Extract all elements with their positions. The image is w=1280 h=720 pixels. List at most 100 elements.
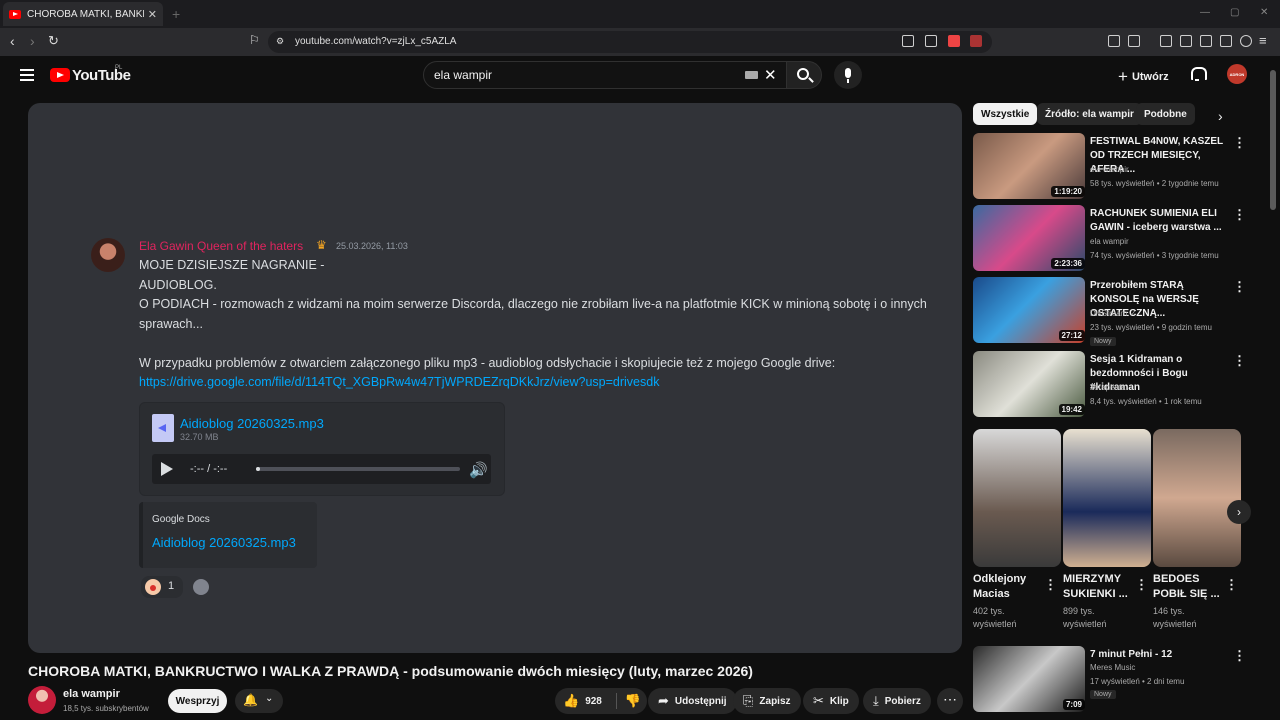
forward-icon[interactable]: ›: [30, 33, 35, 49]
more-actions-icon[interactable]: ⋯: [937, 688, 963, 714]
minimize-icon[interactable]: —: [1200, 7, 1210, 18]
save-label: Zapisz: [759, 695, 791, 707]
page-scrollbar[interactable]: [1270, 70, 1276, 210]
guide-menu-icon[interactable]: [20, 69, 34, 81]
audio-progress[interactable]: [256, 467, 460, 471]
youtube-logo-icon[interactable]: [50, 68, 70, 82]
clip-button[interactable]: ✂ Klip: [803, 688, 859, 714]
recommendation-item[interactable]: 7:09 7 minut Pełni - 12 Meres Music 17 w…: [973, 646, 1253, 714]
recommendation-title[interactable]: 7 minut Pełni - 12: [1090, 648, 1230, 662]
attachment-filename[interactable]: Aidioblog 20260325.mp3: [180, 416, 324, 431]
keyboard-icon[interactable]: [745, 71, 758, 79]
save-button[interactable]: ⎘ Zapisz: [733, 688, 801, 714]
voice-search-icon[interactable]: [834, 61, 862, 89]
rewards-icon[interactable]: [970, 35, 982, 47]
more-options-icon[interactable]: ⋮: [1233, 135, 1246, 151]
vpn-icon[interactable]: [1240, 35, 1252, 47]
create-button[interactable]: + Utwórz: [1118, 67, 1169, 87]
short-title[interactable]: Odklejony Macias: [973, 572, 1045, 602]
clown-emoji-icon: [145, 579, 161, 595]
maximize-icon[interactable]: ▢: [1230, 7, 1239, 18]
channel-name[interactable]: ela wampir: [63, 688, 120, 700]
share-label: Udostępnij: [674, 695, 727, 707]
sidebar-icon[interactable]: [1180, 35, 1192, 47]
support-button[interactable]: Wesprzyj: [168, 689, 227, 713]
video-duration: 27:12: [1058, 330, 1085, 341]
scissors-icon: ✂: [813, 693, 824, 708]
new-badge: Nowy: [1090, 337, 1116, 346]
chip-similar[interactable]: Podobne: [1136, 103, 1195, 125]
more-options-icon[interactable]: ⋮: [1233, 207, 1246, 223]
recommendation-channel[interactable]: ela wampir: [1090, 165, 1129, 174]
more-options-icon[interactable]: ⋮: [1044, 577, 1057, 593]
recommendation-item[interactable]: 19:42 Sesja 1 Kidraman o bezdomności i B…: [973, 351, 1253, 419]
extensions-icon[interactable]: [1108, 35, 1120, 47]
chips-next-icon[interactable]: ›: [1218, 108, 1223, 124]
add-reaction-icon[interactable]: [193, 579, 209, 595]
volume-icon[interactable]: 🔊: [469, 461, 488, 479]
close-tab-icon[interactable]: ✕: [148, 8, 157, 21]
brave-shield-icon[interactable]: [948, 35, 960, 47]
video-duration: 7:09: [1062, 699, 1085, 710]
open-in-app-icon[interactable]: [902, 35, 914, 47]
leo-ai-icon[interactable]: [1220, 35, 1232, 47]
search-button[interactable]: [786, 61, 822, 89]
recommendation-item[interactable]: 27:12 Przerobiłem STARĄ KONSOLĘ na WERSJ…: [973, 277, 1253, 346]
chip-all[interactable]: Wszystkie: [973, 103, 1038, 125]
site-settings-icon[interactable]: ⚙: [276, 36, 284, 47]
audio-file-icon: [152, 414, 174, 442]
share-icon: ➦: [658, 693, 669, 708]
verified-icon: ✓: [1129, 309, 1137, 318]
short-title[interactable]: MIERZYMY SUKIENKI ...: [1063, 572, 1135, 602]
chip-source[interactable]: Źródło: ela wampir: [1037, 103, 1142, 125]
reader-icon[interactable]: [1200, 35, 1212, 47]
share-button[interactable]: ➦ Udostępnij: [648, 688, 737, 714]
recommendation-item[interactable]: 1:19:20 FESTIWAL B4N0W, KASZEL OD TRZECH…: [973, 133, 1253, 201]
embed-title[interactable]: Aidioblog 20260325.mp3: [152, 535, 296, 550]
back-icon[interactable]: ‹: [10, 33, 15, 49]
search-icon: [797, 68, 809, 80]
recommendation-meta: 17 wyświetleń • 2 dni temu: [1090, 677, 1185, 686]
recommendation-channel[interactable]: DisStream ✓: [1090, 309, 1136, 318]
account-avatar[interactable]: ADRON: [1227, 64, 1247, 84]
recommendation-meta: 23 tys. wyświetleń • 9 godzin temu: [1090, 323, 1212, 332]
new-tab-icon[interactable]: +: [172, 6, 180, 22]
short-title[interactable]: BEDOES POBIŁ SIĘ ...: [1153, 572, 1225, 602]
clear-search-icon[interactable]: ✕: [764, 66, 777, 84]
media-icon[interactable]: [1160, 35, 1172, 47]
post-line: O PODIACH - rozmowach z widzami na moim …: [139, 297, 927, 311]
shorts-next-icon[interactable]: ›: [1227, 500, 1251, 524]
recommendation-item[interactable]: 2:23:36 RACHUNEK SUMIENIA ELI GAWIN - ic…: [973, 205, 1253, 273]
more-options-icon[interactable]: ⋮: [1233, 279, 1246, 295]
more-options-icon[interactable]: ⋮: [1233, 353, 1246, 369]
channel-avatar[interactable]: [28, 686, 56, 714]
download-button[interactable]: ⤓ Pobierz: [863, 688, 931, 714]
like-count[interactable]: 928: [585, 696, 602, 707]
short-thumbnail[interactable]: [1063, 429, 1151, 567]
menu-icon[interactable]: ≡: [1259, 33, 1267, 48]
thumbs-up-icon[interactable]: 👍: [563, 693, 579, 709]
wallet-icon[interactable]: [1128, 35, 1140, 47]
bell-icon: 🔔: [243, 693, 258, 707]
browser-tab[interactable]: CHOROBA MATKI, BANKRUCTWO ✕: [3, 2, 163, 26]
drive-link[interactable]: https://drive.google.com/file/d/114TQt_X…: [139, 375, 659, 389]
short-thumbnail[interactable]: [973, 429, 1061, 567]
more-options-icon[interactable]: ⋮: [1135, 577, 1148, 593]
close-window-icon[interactable]: ✕: [1260, 7, 1268, 18]
reload-icon[interactable]: ↻: [48, 33, 59, 49]
share-page-icon[interactable]: [925, 35, 937, 47]
thumbs-down-icon[interactable]: 👎: [615, 693, 641, 709]
short-thumbnail[interactable]: [1153, 429, 1241, 567]
recommendation-title[interactable]: RACHUNEK SUMIENIA ELI GAWIN - iceberg wa…: [1090, 207, 1230, 235]
play-icon[interactable]: [161, 462, 173, 476]
recommendation-channel[interactable]: Meres Music: [1090, 663, 1135, 672]
notifications-icon[interactable]: [1190, 67, 1207, 81]
recommendation-channel[interactable]: Terapeuta: [1090, 383, 1126, 392]
recommendation-channel[interactable]: ela wampir: [1090, 237, 1129, 246]
more-options-icon[interactable]: ⋮: [1233, 648, 1246, 664]
url-text: youtube.com/watch?v=zjLx_c5AZLA: [295, 36, 457, 47]
bookmark-icon[interactable]: ⚐: [249, 33, 260, 47]
subscription-bell-button[interactable]: 🔔 ⌄: [235, 689, 283, 713]
clip-label: Klip: [829, 695, 849, 707]
more-options-icon[interactable]: ⋮: [1225, 577, 1238, 593]
